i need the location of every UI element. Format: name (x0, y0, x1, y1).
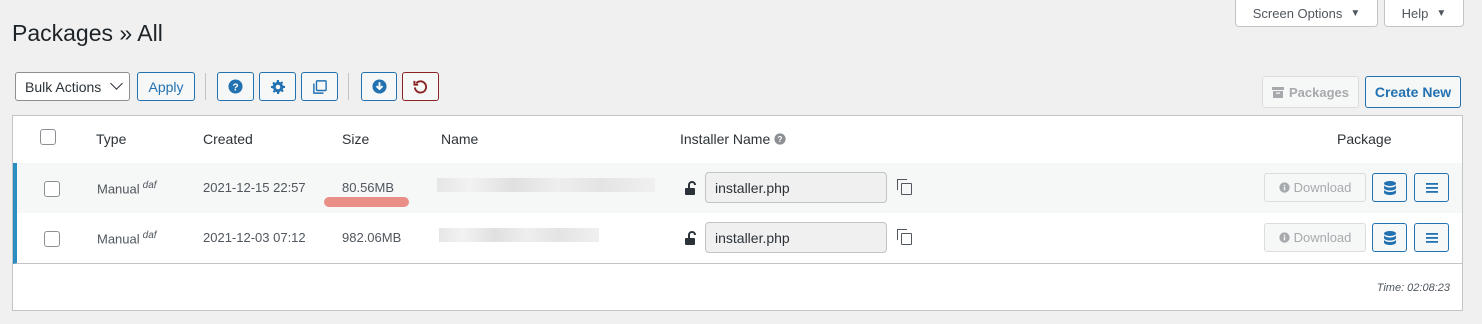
row-created: 2021-12-15 22:57 (203, 180, 306, 195)
toolbar-divider (348, 73, 349, 100)
table-header: Type Created Size Name Installer Name ? … (13, 116, 1462, 164)
toolbar-divider (205, 73, 206, 100)
svg-text:?: ? (778, 135, 783, 144)
row-type-sup: daf (142, 230, 157, 241)
copy-icon[interactable] (897, 229, 912, 245)
screen-options-button[interactable]: Screen Options ▼ (1235, 0, 1378, 27)
packages-button[interactable]: Packages (1262, 76, 1359, 108)
lock-icon[interactable] (684, 180, 700, 196)
installer-name-value: installer.php (715, 179, 790, 196)
row-checkbox[interactable] (44, 231, 60, 247)
row-size: 80.56MB (342, 180, 395, 195)
archive-icon (1272, 87, 1284, 98)
column-package: Package (1337, 131, 1392, 147)
settings-button[interactable] (259, 72, 296, 101)
name-redacted (439, 228, 599, 242)
page-title: Packages » All (12, 20, 163, 46)
row-checkbox[interactable] (44, 181, 60, 197)
recovery-button[interactable] (402, 72, 439, 101)
help-button[interactable]: Help ▼ (1384, 0, 1464, 27)
details-menu-button[interactable] (1414, 173, 1449, 202)
menu-icon (1425, 232, 1438, 243)
copy-icon[interactable] (897, 179, 912, 195)
table-row: Manual daf 2021-12-03 07:12 982.06MB inst… (13, 213, 1462, 264)
chevron-down-icon (110, 77, 123, 90)
download-button[interactable]: Download (1264, 173, 1366, 202)
packages-table: Type Created Size Name Installer Name ? … (12, 115, 1463, 311)
copy-icon (312, 79, 327, 94)
download-button[interactable]: Download (1264, 223, 1366, 252)
select-all-checkbox[interactable] (40, 129, 56, 145)
apply-button[interactable]: Apply (137, 72, 195, 101)
caret-down-icon: ▼ (1436, 7, 1447, 19)
create-new-label: Create New (1374, 84, 1452, 100)
question-icon: ? (228, 79, 243, 94)
import-button[interactable] (361, 72, 397, 101)
installer-name-field[interactable]: installer.php (705, 222, 887, 253)
storage-button[interactable] (1372, 173, 1407, 202)
table-row: Manual daf 2021-12-15 22:57 80.56MB insta… (13, 163, 1462, 213)
row-created: 2021-12-03 07:12 (203, 230, 306, 245)
download-label: Download (1293, 230, 1352, 245)
create-new-button[interactable]: Create New (1365, 76, 1461, 108)
lock-icon[interactable] (684, 230, 700, 246)
column-name: Name (441, 131, 479, 147)
installer-name-field[interactable]: installer.php (705, 172, 887, 203)
menu-icon (1425, 182, 1438, 193)
download-circle-icon (371, 79, 387, 94)
installer-name-value: installer.php (715, 229, 790, 246)
details-menu-button[interactable] (1414, 223, 1449, 252)
help-question-button[interactable]: ? (217, 72, 254, 101)
database-icon (1383, 230, 1396, 245)
row-size: 982.06MB (342, 230, 402, 245)
column-size: Size (342, 131, 370, 147)
info-icon (1278, 232, 1290, 243)
elapsed-time: Time: 02:08:23 (1376, 282, 1450, 294)
templates-button[interactable] (301, 72, 338, 101)
column-created: Created (203, 131, 253, 147)
help-label: Help (1401, 5, 1429, 21)
name-redacted (437, 178, 655, 192)
help-circle-icon[interactable]: ? (774, 133, 786, 145)
screen-options-label: Screen Options (1252, 5, 1343, 21)
row-type-text: Manual (97, 231, 140, 247)
packages-label: Packages (1289, 84, 1349, 100)
apply-label: Apply (148, 78, 184, 95)
storage-button[interactable] (1372, 223, 1407, 252)
column-installer-name: Installer Name ? (680, 131, 786, 147)
svg-text:?: ? (232, 82, 238, 93)
gear-icon (270, 79, 285, 94)
bulk-actions-label: Bulk Actions (25, 78, 102, 95)
caret-down-icon: ▼ (1350, 7, 1361, 19)
undo-icon (413, 80, 428, 94)
installer-name-label: Installer Name (680, 131, 771, 147)
row-type: Manual daf (97, 230, 157, 246)
database-icon (1383, 180, 1396, 195)
row-type-text: Manual (97, 181, 140, 197)
row-type: Manual daf (97, 180, 157, 196)
row-type-sup: daf (142, 180, 157, 191)
info-icon (1278, 182, 1290, 193)
bulk-actions-select[interactable]: Bulk Actions (15, 72, 130, 101)
size-highlight-mark (324, 197, 409, 207)
download-label: Download (1293, 180, 1352, 195)
column-type: Type (96, 131, 127, 147)
